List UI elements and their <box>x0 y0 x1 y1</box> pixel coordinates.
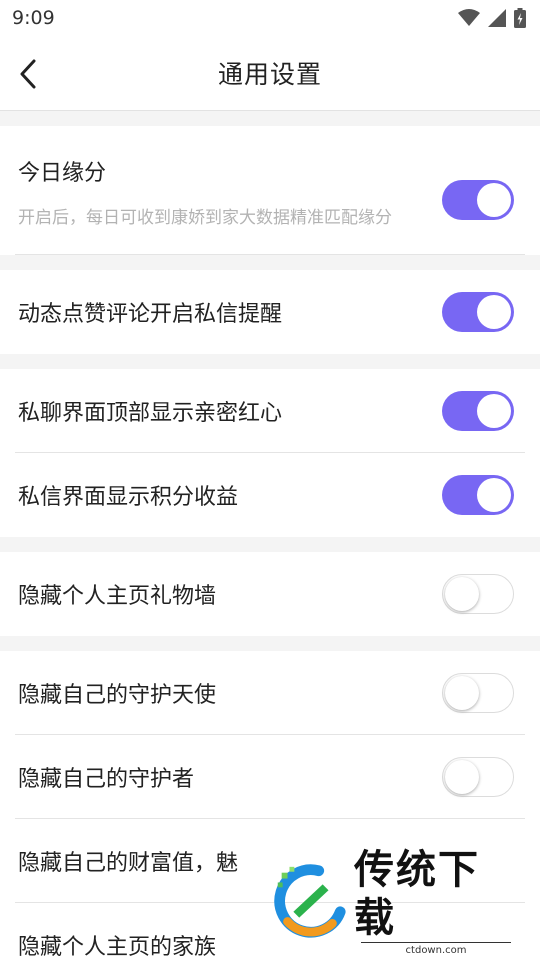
daily-match-toggle[interactable] <box>442 180 514 220</box>
setting-row-daily-match: 今日缘分 开启后，每日可收到康娇到家大数据精准匹配缘分 <box>0 126 540 255</box>
setting-label: 私聊界面顶部显示亲密红心 <box>18 401 283 426</box>
setting-row-dynamic-like-reminder: 动态点赞评论开启私信提醒 <box>0 270 540 354</box>
toggle-knob <box>445 577 479 611</box>
dm-points-earnings-toggle[interactable] <box>442 475 514 515</box>
status-icons <box>458 8 526 28</box>
toggle-knob <box>477 295 511 329</box>
watermark-logo-icon <box>274 864 346 938</box>
setting-label: 隐藏自己的守护者 <box>18 767 195 792</box>
setting-row-hide-guardian-angel: 隐藏自己的守护天使 <box>0 651 540 735</box>
signal-icon <box>488 9 506 27</box>
nav-bar: 通用设置 <box>0 36 540 111</box>
settings-group-gift-wall: 隐藏个人主页礼物墙 <box>0 552 540 636</box>
settings-group-chat: 私聊界面顶部显示亲密红心 私信界面显示积分收益 <box>0 369 540 537</box>
setting-label: 隐藏自己的守护天使 <box>18 683 217 708</box>
dynamic-like-reminder-toggle[interactable] <box>442 292 514 332</box>
toggle-knob <box>477 478 511 512</box>
status-bar: 9:09 <box>0 0 540 36</box>
watermark-subtitle: ctdown.com <box>361 942 512 956</box>
setting-row-dm-points-earnings: 私信界面显示积分收益 <box>0 453 540 537</box>
setting-row-hide-guardian: 隐藏自己的守护者 <box>0 735 540 819</box>
chat-intimacy-heart-toggle[interactable] <box>442 391 514 431</box>
battery-icon <box>514 8 526 28</box>
page-title: 通用设置 <box>217 60 322 89</box>
toggle-knob <box>445 676 479 710</box>
toggle-knob <box>477 183 511 217</box>
setting-label: 今日缘分 <box>18 161 107 186</box>
settings-group-daily-match: 今日缘分 开启后，每日可收到康娇到家大数据精准匹配缘分 <box>0 126 540 255</box>
toggle-knob <box>445 760 479 794</box>
setting-row-chat-intimacy-heart: 私聊界面顶部显示亲密红心 <box>0 369 540 453</box>
setting-label: 隐藏自己的财富值，魅 <box>18 851 239 876</box>
wifi-icon <box>458 9 480 26</box>
settings-group-dynamic: 动态点赞评论开启私信提醒 <box>0 270 540 354</box>
toggle-knob <box>477 394 511 428</box>
setting-label: 私信界面显示积分收益 <box>18 485 239 510</box>
hide-guardian-toggle[interactable] <box>442 757 514 797</box>
setting-description: 开启后，每日可收到康娇到家大数据精准匹配缘分 <box>18 208 392 228</box>
setting-row-hide-gift-wall: 隐藏个人主页礼物墙 <box>0 552 540 636</box>
setting-label: 隐藏个人主页礼物墙 <box>18 584 217 609</box>
status-time: 9:09 <box>12 7 55 29</box>
hide-guardian-angel-toggle[interactable] <box>442 673 514 713</box>
setting-label: 动态点赞评论开启私信提醒 <box>18 302 283 327</box>
watermark-title: 传统下载 <box>354 847 481 941</box>
back-button[interactable] <box>8 52 48 96</box>
back-arrow-icon <box>20 59 36 89</box>
hide-gift-wall-toggle[interactable] <box>442 574 514 614</box>
watermark: 传统下载 ctdown.com <box>268 847 518 956</box>
watermark-text: 传统下载 ctdown.com <box>354 846 518 956</box>
setting-label: 隐藏个人主页的家族 <box>18 935 217 960</box>
